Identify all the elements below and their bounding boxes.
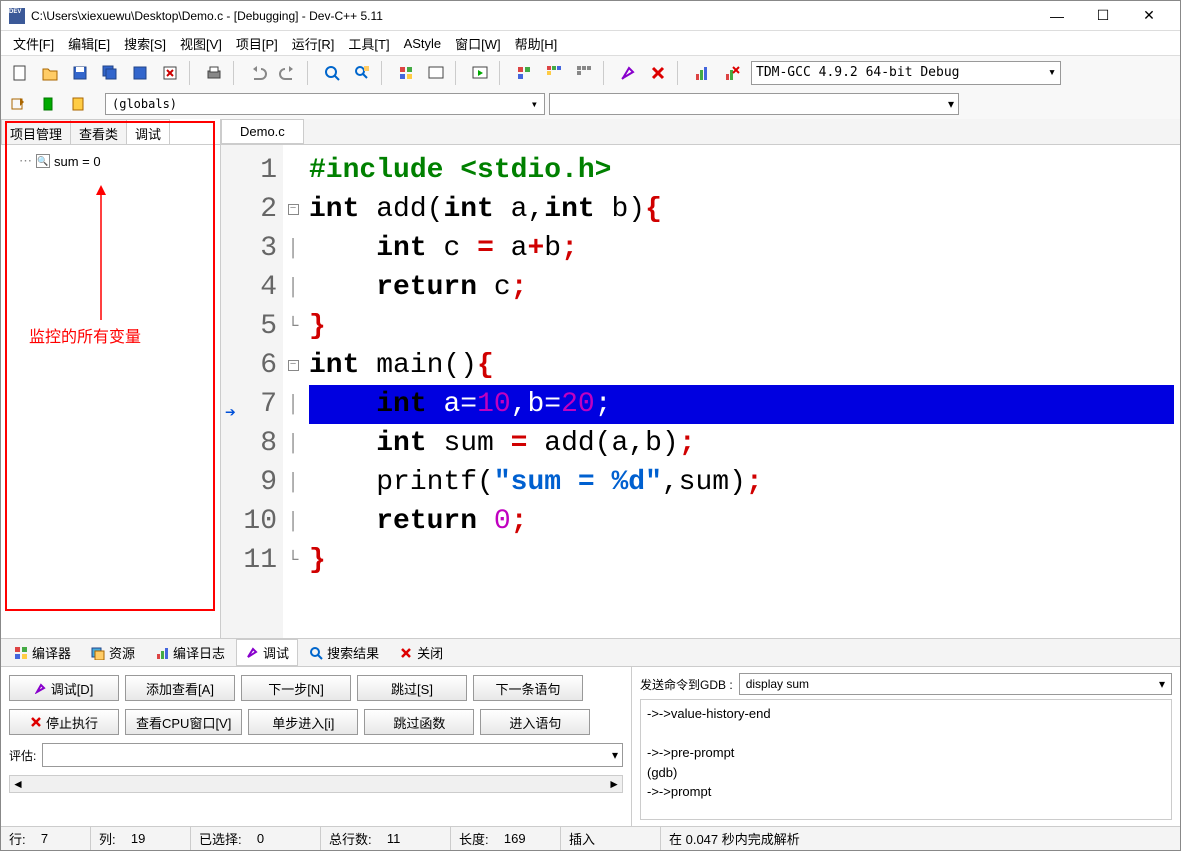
statusbar: 行: 7 列: 19 已选择: 0 总行数: 11 长度: 169 插入 在 0… xyxy=(1,826,1180,850)
debug-action-button[interactable]: 下一步[N] xyxy=(241,675,351,701)
menu-item[interactable]: 文件[F] xyxy=(7,32,60,55)
bottom-tab-resource[interactable]: 资源 xyxy=(82,639,144,666)
bookmark-button[interactable] xyxy=(35,91,61,117)
code-line[interactable]: int a=10,b=20; xyxy=(309,385,1174,424)
code-line[interactable]: } xyxy=(309,541,1174,580)
menu-item[interactable]: 项目[P] xyxy=(230,32,284,55)
bottom-tab-debug[interactable]: 调试 xyxy=(236,639,298,666)
code-line[interactable]: printf("sum = %d",sum); xyxy=(309,463,1174,502)
toggle-bookmark-button[interactable] xyxy=(65,91,91,117)
eval-label: 评估: xyxy=(9,747,36,764)
goto-button[interactable] xyxy=(5,91,31,117)
rebuild-button[interactable] xyxy=(510,59,538,87)
rebuild-all-button[interactable] xyxy=(540,59,568,87)
gdb-label: 发送命令到GDB : xyxy=(640,676,733,693)
debug-button[interactable] xyxy=(614,59,642,87)
bottom-tab-search[interactable]: 搜索结果 xyxy=(300,639,388,666)
replace-button[interactable] xyxy=(348,59,376,87)
search-icon xyxy=(309,646,323,660)
log-icon xyxy=(155,646,169,660)
debug-panel: 调试[D]添加查看[A]下一步[N]跳过[S]下一条语句 停止执行查看CPU窗口… xyxy=(1,666,1180,826)
sidebar-tab[interactable]: 项目管理 xyxy=(1,119,71,144)
open-file-button[interactable] xyxy=(36,59,64,87)
print-button[interactable] xyxy=(200,59,228,87)
new-file-button[interactable] xyxy=(6,59,34,87)
watch-item[interactable]: ⋯ 🔍 sum = 0 xyxy=(19,153,212,169)
menu-item[interactable]: 运行[R] xyxy=(286,32,341,55)
sidebar: 项目管理查看类调试 ⋯ 🔍 sum = 0 监控的所有变量 xyxy=(1,119,221,638)
save-all-button[interactable] xyxy=(96,59,124,87)
close-file-button[interactable] xyxy=(156,59,184,87)
gdb-output: ->->value-history-end ->->pre-prompt(gdb… xyxy=(640,699,1172,820)
debug-action-button[interactable]: 查看CPU窗口[V] xyxy=(125,709,242,735)
resource-icon xyxy=(91,646,105,660)
save-as-button[interactable] xyxy=(126,59,154,87)
code-line[interactable]: int main(){ xyxy=(309,346,1174,385)
compiler-select[interactable]: TDM-GCC 4.9.2 64-bit Debug▾ xyxy=(751,61,1061,85)
find-button[interactable] xyxy=(318,59,346,87)
menu-item[interactable]: 视图[V] xyxy=(174,32,228,55)
debug-action-button[interactable]: 添加查看[A] xyxy=(125,675,235,701)
horizontal-scrollbar[interactable]: ◄► xyxy=(9,775,623,793)
debug-action-button[interactable]: 下一条语句 xyxy=(473,675,583,701)
menu-item[interactable]: 窗口[W] xyxy=(449,32,507,55)
compile-button[interactable] xyxy=(392,59,420,87)
main-toolbar: TDM-GCC 4.9.2 64-bit Debug▾ xyxy=(1,55,1180,89)
compile-run-button[interactable] xyxy=(466,59,494,87)
code-editor[interactable]: 123456➔7891011 −││└−││││└ #include <stdi… xyxy=(221,145,1180,638)
titlebar: C:\Users\xiexuewu\Desktop\Demo.c - [Debu… xyxy=(1,1,1180,31)
secondary-toolbar: (globals)▾ ▾ xyxy=(1,89,1180,119)
annotation-text: 监控的所有变量 xyxy=(29,323,141,347)
watch-icon: 🔍 xyxy=(36,154,50,168)
undo-button[interactable] xyxy=(244,59,272,87)
code-line[interactable]: int sum = add(a,b); xyxy=(309,424,1174,463)
function-select[interactable]: ▾ xyxy=(549,93,959,115)
code-line[interactable]: } xyxy=(309,307,1174,346)
stop-debug-button[interactable] xyxy=(644,59,672,87)
gdb-command-combo[interactable]: display sum▾ xyxy=(739,673,1172,695)
bottom-tab-log[interactable]: 编译日志 xyxy=(146,639,234,666)
minimize-button[interactable]: — xyxy=(1034,2,1080,30)
sidebar-tab[interactable]: 查看类 xyxy=(70,119,127,144)
debug-action-button[interactable]: 跳过[S] xyxy=(357,675,467,701)
debug-action-button[interactable]: 跳过函数 xyxy=(364,709,474,735)
syntax-check-button[interactable] xyxy=(570,59,598,87)
redo-button[interactable] xyxy=(274,59,302,87)
menu-item[interactable]: 工具[T] xyxy=(342,32,395,55)
menu-item[interactable]: AStyle xyxy=(398,34,448,53)
delete-profile-button[interactable] xyxy=(718,59,746,87)
compiler-icon xyxy=(14,646,28,660)
debug-icon xyxy=(245,646,259,660)
watch-expression: sum = 0 xyxy=(54,154,101,169)
run-button[interactable] xyxy=(422,59,450,87)
profile-button[interactable] xyxy=(688,59,716,87)
code-line[interactable]: int c = a+b; xyxy=(309,229,1174,268)
save-button[interactable] xyxy=(66,59,94,87)
code-line[interactable]: return 0; xyxy=(309,502,1174,541)
bottom-tab-compiler[interactable]: 编译器 xyxy=(5,639,80,666)
debug-action-button[interactable]: 停止执行 xyxy=(9,709,119,735)
window-title: C:\Users\xiexuewu\Desktop\Demo.c - [Debu… xyxy=(31,9,1034,23)
code-line[interactable]: #include <stdio.h> xyxy=(309,151,1174,190)
debug-action-button[interactable]: 调试[D] xyxy=(9,675,119,701)
debug-action-button[interactable]: 进入语句 xyxy=(480,709,590,735)
app-icon xyxy=(9,8,25,24)
annotation-arrow xyxy=(81,185,141,325)
debug-action-button[interactable]: 单步进入[i] xyxy=(248,709,358,735)
code-line[interactable]: int add(int a,int b){ xyxy=(309,190,1174,229)
sidebar-tab[interactable]: 调试 xyxy=(126,119,170,144)
menu-item[interactable]: 搜索[S] xyxy=(118,32,172,55)
close-button[interactable]: ✕ xyxy=(1126,2,1172,30)
menubar: 文件[F]编辑[E]搜索[S]视图[V]项目[P]运行[R]工具[T]AStyl… xyxy=(1,31,1180,55)
menu-item[interactable]: 编辑[E] xyxy=(62,32,116,55)
editor-tab[interactable]: Demo.c xyxy=(221,119,304,144)
close-icon xyxy=(399,646,413,660)
maximize-button[interactable]: ☐ xyxy=(1080,2,1126,30)
eval-combo[interactable]: ▾ xyxy=(42,743,623,767)
code-line[interactable]: return c; xyxy=(309,268,1174,307)
menu-item[interactable]: 帮助[H] xyxy=(509,32,564,55)
globals-select[interactable]: (globals)▾ xyxy=(105,93,545,115)
bottom-tab-close[interactable]: 关闭 xyxy=(390,639,452,666)
bottom-tabs: 编译器资源编译日志调试搜索结果关闭 xyxy=(1,638,1180,666)
